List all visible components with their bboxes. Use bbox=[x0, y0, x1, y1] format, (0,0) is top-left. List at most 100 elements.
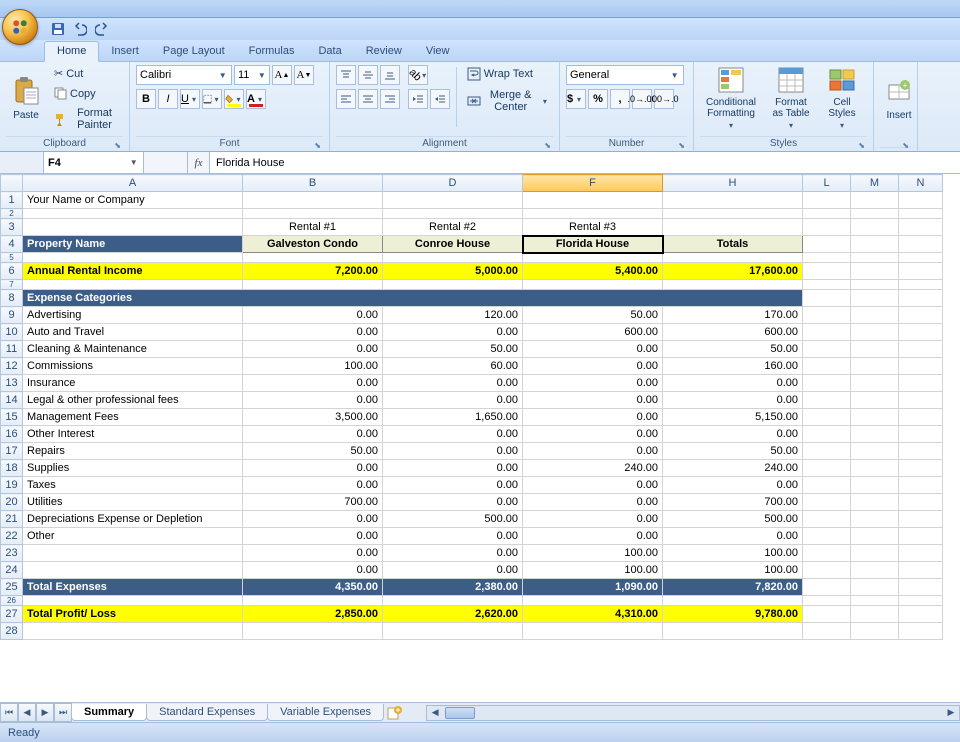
font-color-button[interactable]: A▾ bbox=[246, 89, 266, 109]
cell[interactable] bbox=[899, 579, 943, 596]
cell[interactable]: Repairs bbox=[23, 443, 243, 460]
increase-indent-button[interactable] bbox=[430, 89, 450, 109]
cell[interactable]: Auto and Travel bbox=[23, 324, 243, 341]
cell[interactable]: Insurance bbox=[23, 375, 243, 392]
row-header[interactable]: 13 bbox=[1, 375, 23, 392]
column-header[interactable]: N bbox=[899, 175, 943, 192]
column-header[interactable]: F bbox=[523, 175, 663, 192]
office-button[interactable] bbox=[2, 9, 38, 45]
cell[interactable] bbox=[899, 209, 943, 219]
column-header[interactable]: A bbox=[23, 175, 243, 192]
cell[interactable]: 7,200.00 bbox=[243, 263, 383, 280]
cell[interactable] bbox=[851, 494, 899, 511]
cell[interactable] bbox=[803, 280, 851, 290]
cell[interactable] bbox=[803, 263, 851, 280]
cell[interactable]: Other bbox=[23, 528, 243, 545]
row-header[interactable]: 20 bbox=[1, 494, 23, 511]
cell[interactable]: 4,350.00 bbox=[243, 579, 383, 596]
decrease-decimal-button[interactable]: .00→.0 bbox=[654, 89, 674, 109]
cell[interactable]: 0.00 bbox=[663, 477, 803, 494]
cell[interactable]: 60.00 bbox=[383, 358, 523, 375]
cell[interactable]: 4,310.00 bbox=[523, 606, 663, 623]
cell[interactable] bbox=[663, 192, 803, 209]
cell[interactable]: 600.00 bbox=[663, 324, 803, 341]
align-middle-button[interactable] bbox=[358, 65, 378, 85]
row-header[interactable]: 6 bbox=[1, 263, 23, 280]
cell[interactable]: 0.00 bbox=[383, 494, 523, 511]
cell[interactable]: 0.00 bbox=[523, 358, 663, 375]
cell[interactable] bbox=[803, 290, 851, 307]
cell[interactable]: 50.00 bbox=[523, 307, 663, 324]
cell[interactable] bbox=[899, 324, 943, 341]
name-box[interactable]: ▼ bbox=[44, 152, 144, 173]
row-header[interactable]: 27 bbox=[1, 606, 23, 623]
cell-styles-button[interactable]: Cell Styles▾ bbox=[820, 65, 864, 131]
scroll-thumb[interactable] bbox=[445, 707, 475, 719]
cell[interactable] bbox=[899, 562, 943, 579]
row-header[interactable]: 21 bbox=[1, 511, 23, 528]
row-header[interactable]: 18 bbox=[1, 460, 23, 477]
cell[interactable] bbox=[803, 443, 851, 460]
cell[interactable]: Supplies bbox=[23, 460, 243, 477]
cell[interactable] bbox=[899, 528, 943, 545]
cell[interactable]: 100.00 bbox=[523, 545, 663, 562]
cell[interactable]: Legal & other professional fees bbox=[23, 392, 243, 409]
cell[interactable] bbox=[851, 606, 899, 623]
row-header[interactable]: 28 bbox=[1, 623, 23, 640]
prev-sheet-button[interactable]: ◀ bbox=[18, 703, 36, 722]
cell[interactable] bbox=[899, 219, 943, 236]
cell[interactable]: 0.00 bbox=[383, 528, 523, 545]
cell[interactable]: 0.00 bbox=[243, 375, 383, 392]
row-header[interactable]: 12 bbox=[1, 358, 23, 375]
cell[interactable]: 0.00 bbox=[523, 443, 663, 460]
cell[interactable] bbox=[243, 192, 383, 209]
cell[interactable] bbox=[851, 392, 899, 409]
cell[interactable] bbox=[803, 477, 851, 494]
cell[interactable] bbox=[803, 426, 851, 443]
cell[interactable] bbox=[803, 528, 851, 545]
row-header[interactable]: 9 bbox=[1, 307, 23, 324]
cell[interactable]: 0.00 bbox=[243, 392, 383, 409]
cell[interactable] bbox=[851, 528, 899, 545]
cell[interactable]: Expense Categories bbox=[23, 290, 803, 307]
cell[interactable]: 0.00 bbox=[243, 545, 383, 562]
cell[interactable] bbox=[899, 477, 943, 494]
align-top-button[interactable] bbox=[336, 65, 356, 85]
undo-icon[interactable] bbox=[72, 21, 88, 37]
cell[interactable]: 0.00 bbox=[523, 392, 663, 409]
cell[interactable] bbox=[23, 280, 243, 290]
cell[interactable]: 2,380.00 bbox=[383, 579, 523, 596]
scroll-right-button[interactable]: ▶ bbox=[943, 707, 959, 718]
cell[interactable]: 2,620.00 bbox=[383, 606, 523, 623]
column-header[interactable]: L bbox=[803, 175, 851, 192]
cell[interactable] bbox=[803, 236, 851, 253]
cell[interactable] bbox=[23, 623, 243, 640]
cell[interactable]: Property Name bbox=[23, 236, 243, 253]
insert-cells-button[interactable]: +Insert bbox=[880, 65, 918, 131]
fill-color-button[interactable]: ▾ bbox=[224, 89, 244, 109]
cell[interactable] bbox=[23, 209, 243, 219]
cell[interactable] bbox=[523, 253, 663, 263]
cell[interactable] bbox=[383, 280, 523, 290]
new-sheet-button[interactable] bbox=[384, 706, 406, 720]
percent-format-button[interactable]: % bbox=[588, 89, 608, 109]
tab-view[interactable]: View bbox=[414, 42, 462, 61]
cell[interactable] bbox=[899, 494, 943, 511]
cell[interactable]: 100.00 bbox=[663, 562, 803, 579]
cell[interactable]: 0.00 bbox=[523, 426, 663, 443]
tab-insert[interactable]: Insert bbox=[99, 42, 151, 61]
cell[interactable]: 240.00 bbox=[663, 460, 803, 477]
wrap-text-button[interactable]: Wrap Text bbox=[463, 65, 553, 83]
cell[interactable] bbox=[899, 341, 943, 358]
cell[interactable]: Taxes bbox=[23, 477, 243, 494]
cell[interactable] bbox=[851, 511, 899, 528]
row-header[interactable]: 19 bbox=[1, 477, 23, 494]
cut-button[interactable]: ✂Cut bbox=[50, 65, 123, 82]
cell[interactable] bbox=[803, 307, 851, 324]
cell[interactable]: 600.00 bbox=[523, 324, 663, 341]
grow-font-button[interactable]: A▲ bbox=[272, 65, 292, 85]
cell[interactable] bbox=[899, 545, 943, 562]
cell[interactable]: 0.00 bbox=[243, 426, 383, 443]
cell[interactable]: Total Profit/ Loss bbox=[23, 606, 243, 623]
cell[interactable] bbox=[803, 209, 851, 219]
